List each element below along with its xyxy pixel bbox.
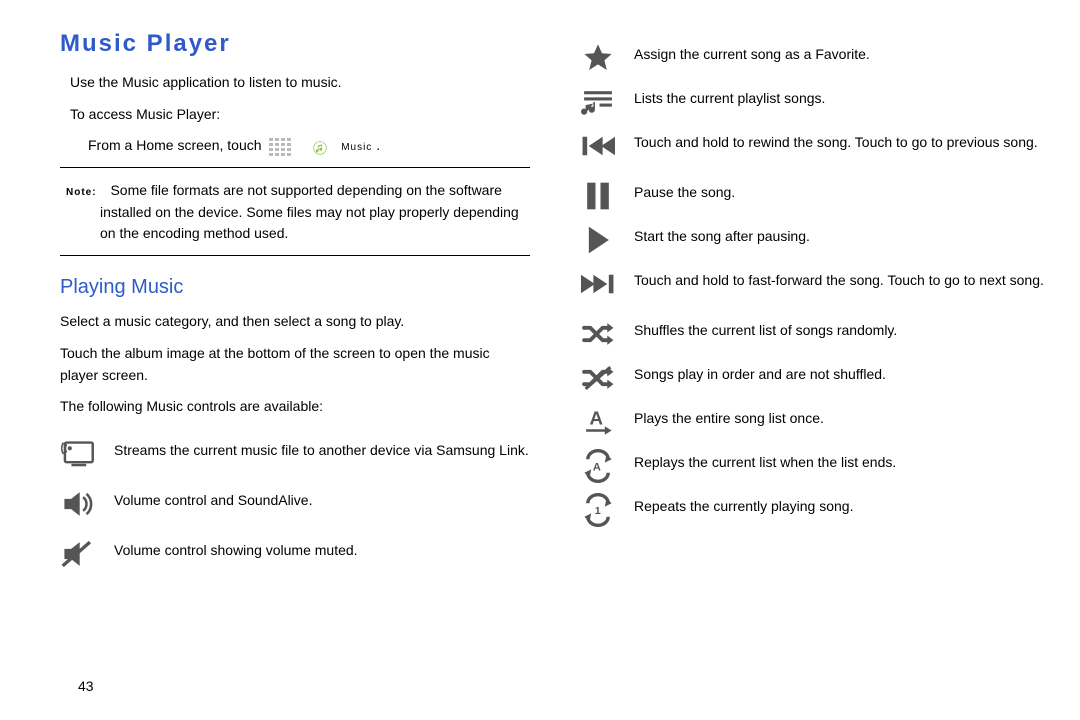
control-text: Plays the entire song list once. bbox=[634, 404, 824, 429]
control-text: Streams the current music file to anothe… bbox=[114, 436, 529, 461]
access-step-post: . bbox=[376, 137, 380, 153]
control-text: Lists the current playlist songs. bbox=[634, 84, 825, 109]
svg-text:1: 1 bbox=[595, 505, 601, 517]
volume-muted-icon bbox=[60, 536, 96, 572]
shuffle-off-icon bbox=[580, 360, 616, 396]
note-label: Note: bbox=[66, 187, 97, 198]
control-text: Repeats the currently playing song. bbox=[634, 492, 853, 517]
body-paragraph: The following Music controls are availab… bbox=[60, 396, 530, 418]
control-text: Assign the current song as a Favorite. bbox=[634, 40, 870, 65]
document-page: Music Player Use the Music application t… bbox=[0, 0, 1080, 720]
subsection-title: Playing Music bbox=[60, 276, 530, 299]
control-text: Pause the song. bbox=[634, 178, 735, 203]
stream-icon bbox=[60, 436, 96, 472]
divider bbox=[60, 255, 530, 256]
control-text: Touch and hold to fast-forward the song.… bbox=[634, 266, 1044, 291]
apps-grid-icon bbox=[269, 138, 291, 156]
control-row-playlist: Lists the current playlist songs. bbox=[580, 84, 1060, 124]
volume-icon bbox=[60, 486, 96, 522]
control-text: Volume control and SoundAlive. bbox=[114, 486, 312, 511]
music-app-icon bbox=[313, 140, 327, 154]
control-text: Volume control showing volume muted. bbox=[114, 536, 358, 561]
control-text: Touch and hold to rewind the song. Touch… bbox=[634, 128, 1038, 153]
page-number: 43 bbox=[78, 678, 94, 694]
body-paragraph: Touch the album image at the bottom of t… bbox=[60, 343, 530, 386]
control-row-favorite: Assign the current song as a Favorite. bbox=[580, 40, 1060, 80]
control-row-fast-forward: Touch and hold to fast-forward the song.… bbox=[580, 266, 1060, 310]
svg-text:A: A bbox=[593, 461, 601, 473]
control-text: Replays the current list when the list e… bbox=[634, 448, 896, 473]
svg-text:A: A bbox=[590, 408, 604, 429]
control-row-pause: Pause the song. bbox=[580, 178, 1060, 218]
access-step-pre: From a Home screen, touch bbox=[88, 137, 262, 153]
note-body: Some file formats are not supported depe… bbox=[100, 182, 519, 241]
star-icon bbox=[580, 40, 616, 76]
access-label: To access Music Player: bbox=[70, 104, 530, 126]
play-all-once-icon: A bbox=[580, 404, 616, 440]
music-app-label: Music bbox=[341, 142, 372, 153]
control-row-play-all-once: A Plays the entire song list once. bbox=[580, 404, 1060, 444]
section-title: Music Player bbox=[60, 30, 530, 58]
controls-list-left: Streams the current music file to anothe… bbox=[60, 436, 530, 580]
fast-forward-icon bbox=[580, 266, 616, 302]
rewind-icon bbox=[580, 128, 616, 164]
note-paragraph: Note: Some file formats are not supporte… bbox=[100, 180, 530, 245]
repeat-one-icon: 1 bbox=[580, 492, 616, 528]
control-text: Start the song after pausing. bbox=[634, 222, 810, 247]
control-row-repeat-all: A Replays the current list when the list… bbox=[580, 448, 1060, 488]
access-step: From a Home screen, touch Music . bbox=[88, 135, 530, 157]
divider bbox=[60, 167, 530, 168]
body-paragraph: Select a music category, and then select… bbox=[60, 311, 530, 333]
controls-list-right: Assign the current song as a Favorite. L… bbox=[580, 40, 1060, 532]
pause-icon bbox=[580, 178, 616, 214]
right-column: Assign the current song as a Favorite. L… bbox=[580, 30, 1060, 700]
shuffle-on-icon bbox=[580, 316, 616, 352]
play-icon bbox=[580, 222, 616, 258]
control-row-volume-muted: Volume control showing volume muted. bbox=[60, 536, 530, 580]
control-row-stream: Streams the current music file to anothe… bbox=[60, 436, 530, 480]
left-column: Music Player Use the Music application t… bbox=[60, 30, 530, 700]
control-row-shuffle-on: Shuffles the current list of songs rando… bbox=[580, 316, 1060, 356]
control-row-repeat-one: 1 Repeats the currently playing song. bbox=[580, 492, 1060, 532]
control-row-rewind: Touch and hold to rewind the song. Touch… bbox=[580, 128, 1060, 172]
control-row-volume: Volume control and SoundAlive. bbox=[60, 486, 530, 530]
intro-paragraph: Use the Music application to listen to m… bbox=[70, 72, 530, 94]
control-row-shuffle-off: Songs play in order and are not shuffled… bbox=[580, 360, 1060, 400]
control-row-play: Start the song after pausing. bbox=[580, 222, 1060, 262]
playlist-icon bbox=[580, 84, 616, 120]
control-text: Shuffles the current list of songs rando… bbox=[634, 316, 897, 341]
control-text: Songs play in order and are not shuffled… bbox=[634, 360, 886, 385]
repeat-all-icon: A bbox=[580, 448, 616, 484]
